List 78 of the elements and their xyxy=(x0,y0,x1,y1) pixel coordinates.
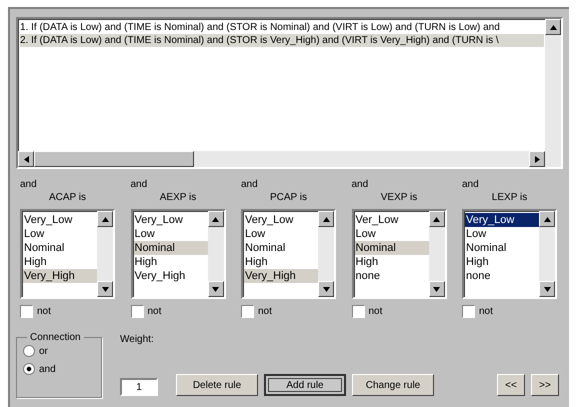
value-list[interactable]: Ver_Low Low Nominal High none xyxy=(352,209,446,299)
list-item[interactable]: Nominal xyxy=(134,241,208,255)
not-checkbox[interactable] xyxy=(462,305,475,318)
list-item[interactable]: High xyxy=(134,255,208,269)
rule-item[interactable]: 2. If (DATA is Low) and (TIME is Nominal) and (STOR is Very_High) and (VIRT is Very_High) and (TURN is \ xyxy=(20,34,544,47)
list-item[interactable]: none xyxy=(354,269,428,283)
value-list[interactable]: Very_Low Low Nominal High Very_High xyxy=(130,209,226,299)
and-label: and xyxy=(20,179,38,191)
list-item[interactable]: High xyxy=(465,255,539,269)
not-label: not xyxy=(37,306,51,318)
scroll-up-icon[interactable] xyxy=(539,211,555,227)
list-item[interactable]: Nominal xyxy=(354,241,428,255)
scroll-down-icon[interactable] xyxy=(428,281,444,297)
list-item[interactable]: Very_Low xyxy=(23,213,97,227)
and-label: and xyxy=(241,179,259,191)
list-item[interactable]: none xyxy=(465,269,539,283)
scroll-down-icon[interactable] xyxy=(97,281,113,297)
list-item[interactable]: Very_High xyxy=(244,269,318,283)
list-item[interactable]: Low xyxy=(134,227,208,241)
list-item[interactable]: Low xyxy=(354,227,428,241)
scroll-down-icon[interactable] xyxy=(208,281,224,297)
list-item[interactable]: High xyxy=(23,255,97,269)
scroll-up-icon[interactable] xyxy=(545,19,561,35)
radio-button[interactable] xyxy=(23,345,35,357)
rule-button[interactable]: Delete rule xyxy=(176,374,258,396)
list-item[interactable]: Ver_Low xyxy=(354,213,428,227)
scroll-left-icon[interactable] xyxy=(18,151,34,167)
variable-label: PCAP is xyxy=(268,191,308,205)
variable-label: LEXP is xyxy=(490,191,528,205)
list-item[interactable]: Very_Low xyxy=(465,213,539,227)
scroll-up-icon[interactable] xyxy=(208,211,224,227)
weight-label: Weight: xyxy=(120,334,155,346)
list-item[interactable]: Low xyxy=(23,227,97,241)
weight-field[interactable]: 1 xyxy=(120,378,158,396)
variable-label: VEXP is xyxy=(380,191,418,205)
radio-label: and xyxy=(39,364,56,374)
not-checkbox[interactable] xyxy=(241,305,254,318)
list-item[interactable]: Low xyxy=(244,227,318,241)
radio-label: or xyxy=(39,346,48,356)
and-label: and xyxy=(462,179,480,191)
scroll-up-icon[interactable] xyxy=(97,211,113,227)
not-label: not xyxy=(148,306,162,318)
scroll-right-icon[interactable] xyxy=(529,151,545,167)
and-label: and xyxy=(130,179,148,191)
scroll-up-icon[interactable] xyxy=(318,211,334,227)
radio-button[interactable] xyxy=(23,363,35,375)
not-checkbox[interactable] xyxy=(130,305,144,318)
rule-list[interactable] xyxy=(16,17,563,169)
value-list[interactable]: Very_Low Low Nominal High none xyxy=(462,209,557,299)
list-item[interactable]: Very_High xyxy=(23,269,97,283)
list-item[interactable]: Low xyxy=(465,227,539,241)
list-item[interactable]: Nominal xyxy=(23,241,97,255)
variable-label: AEXP is xyxy=(158,191,198,205)
nav-button[interactable]: >> xyxy=(531,374,559,396)
and-label: and xyxy=(352,179,370,191)
list-item[interactable]: Very_Low xyxy=(134,213,208,227)
scrollbar-thumb[interactable] xyxy=(34,151,194,167)
rule-button[interactable]: Change rule xyxy=(352,374,434,396)
list-item[interactable]: Nominal xyxy=(244,241,318,255)
not-checkbox[interactable] xyxy=(352,305,364,318)
scroll-up-icon[interactable] xyxy=(428,211,444,227)
scroll-down-icon[interactable] xyxy=(539,281,555,297)
variable-label: ACAP is xyxy=(48,191,88,205)
not-label: not xyxy=(368,306,382,318)
list-item[interactable]: Very_Low xyxy=(244,213,318,227)
list-item[interactable]: Nominal xyxy=(465,241,539,255)
rule-button[interactable]: Add rule xyxy=(264,374,346,396)
list-item[interactable]: High xyxy=(244,255,318,269)
not-label: not xyxy=(479,306,493,318)
not-label: not xyxy=(258,306,272,318)
nav-button[interactable]: << xyxy=(497,374,525,396)
scroll-down-icon[interactable] xyxy=(318,281,334,297)
value-list[interactable]: Very_Low Low Nominal High Very_High xyxy=(241,209,336,299)
not-checkbox[interactable] xyxy=(20,305,33,318)
value-list[interactable]: Very_Low Low Nominal High Very_High xyxy=(20,209,115,299)
list-item[interactable]: High xyxy=(354,255,428,269)
list-item[interactable]: Very_High xyxy=(134,269,208,283)
group-title: Connection xyxy=(29,332,82,343)
